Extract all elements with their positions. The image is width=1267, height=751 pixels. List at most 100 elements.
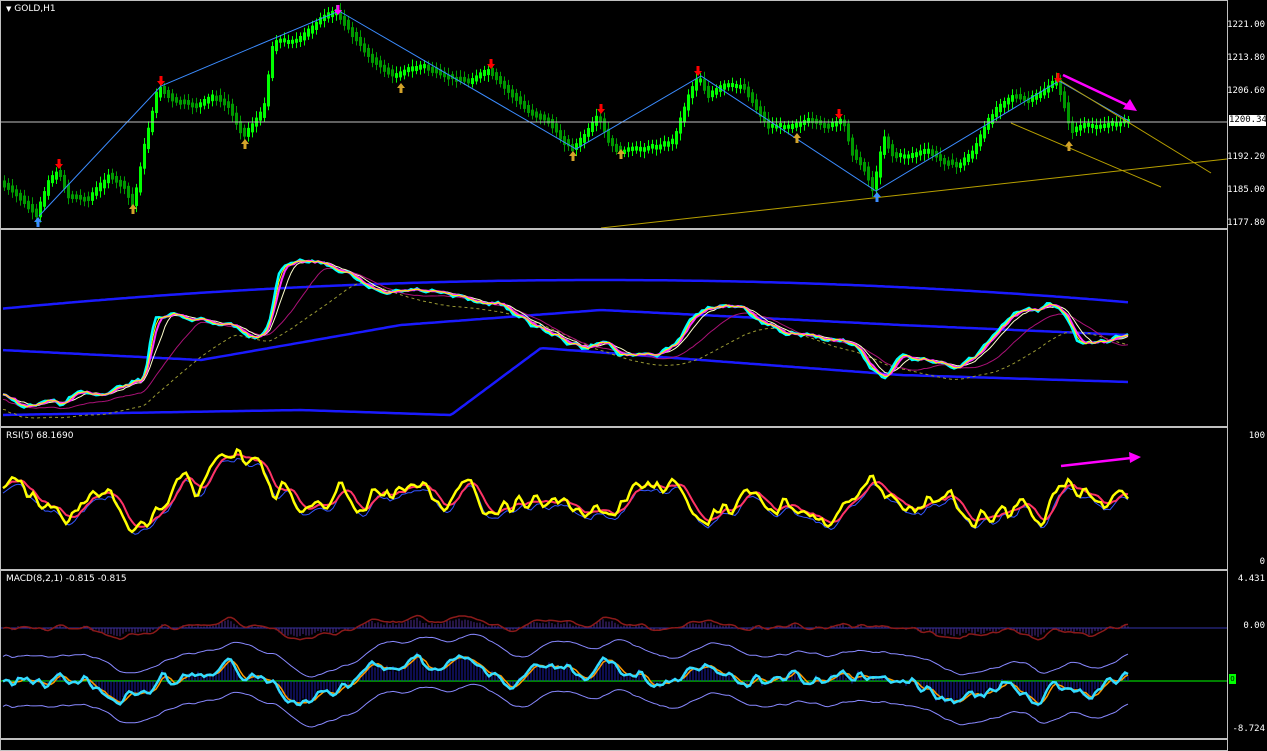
price-chart-canvas [1,3,1227,228]
candle-body [815,118,818,124]
candle-body [1023,95,1026,102]
candle-body [591,122,594,133]
rsi-tick: 0 [1259,557,1265,567]
candle-body [179,99,182,105]
candle-body [927,148,930,154]
candle-body [555,123,558,133]
rsi-tick: 100 [1248,431,1265,441]
price-tick: 1177.80 [1227,218,1265,228]
candle-body [895,152,898,159]
candle-body [79,194,82,200]
candle-body [163,85,166,94]
up-arrow-icon [569,151,577,161]
ma-indicator-pane[interactable] [0,229,1228,427]
candle-body [155,91,158,113]
price-chart-pane[interactable]: ▼ GOLD,H1 [0,0,1228,229]
candle-body [675,131,678,145]
macd-canvas [1,614,1227,728]
candle-body [215,95,218,101]
candle-body [543,114,546,121]
candle-body [315,21,318,30]
candle-body [115,175,118,183]
candle-body [967,153,970,162]
candle-body [151,110,154,133]
candle-body [95,187,98,196]
candle-body [411,66,414,72]
candle-body [167,89,170,98]
candle-body [771,123,774,128]
collapse-triangle-icon[interactable]: ▼ [6,5,11,13]
candle-body [495,72,498,81]
macd-envelope-upper [2,633,1129,678]
down-arrow-icon [597,104,605,114]
candle-body [735,84,738,89]
candle-body [55,171,58,180]
price-tick: 1206.60 [1227,86,1265,96]
rsi-signal-blue [2,457,1129,535]
candle-body [395,73,398,78]
candle-body [603,118,606,133]
candle-body [223,98,226,106]
candle-body [527,104,530,113]
candle-body [659,144,662,150]
macd-pane[interactable]: MACD(8,2,1) -0.815 -0.815 [0,570,1228,739]
candle-body [379,60,382,68]
candle-body [559,130,562,140]
candle-body [715,88,718,95]
candle-body [387,67,390,75]
candle-body [87,196,90,201]
candle-body [691,86,694,99]
candle-body [427,64,430,71]
candle-body [859,157,862,166]
candle-body [359,36,362,46]
candle-body [791,124,794,130]
candle-body [467,78,470,84]
candle-body [511,89,514,98]
candle-body [911,153,914,159]
candle-body [1115,121,1118,127]
candle-body [883,136,886,155]
candle-body [251,123,254,133]
candle-body [787,124,790,129]
candle-body [639,146,642,152]
rsi-pane[interactable]: RSI(5) 68.1690 [0,427,1228,570]
candle-body [91,192,94,201]
candle-body [655,144,658,150]
candle-body [123,180,126,189]
candle-body [939,154,942,161]
candle-body [959,162,962,168]
candle-body [499,76,502,85]
candle-body [311,25,314,34]
candle-body [403,69,406,76]
candle-body [391,69,394,77]
rsi-label: RSI(5) 68.1690 [6,431,74,441]
candle-body [547,117,550,124]
candle-body [819,120,822,126]
candle-body [487,69,490,76]
candle-body [287,39,290,44]
candle-body [891,144,894,157]
zigzag-line [38,10,1130,217]
candle-body [111,172,114,180]
candle-body [995,106,998,117]
candle-body [195,103,198,109]
candle-body [19,192,22,201]
price-tick: 1185.00 [1227,185,1265,195]
up-arrow-icon [241,139,249,149]
candle-body [347,19,350,30]
candle-body [211,94,214,102]
candle-body [703,78,706,91]
candle-body [3,180,6,188]
candle-body [587,128,590,137]
candle-body [235,112,238,125]
candle-body [783,125,786,130]
candle-body [419,64,422,70]
candle-body [695,78,698,91]
candle-body [595,115,598,126]
candle-body [343,15,346,26]
candle-body [903,154,906,159]
candle-body [139,166,142,193]
candle-body [879,151,882,178]
up-arrow-icon [397,83,405,93]
candle-body [1071,121,1074,134]
